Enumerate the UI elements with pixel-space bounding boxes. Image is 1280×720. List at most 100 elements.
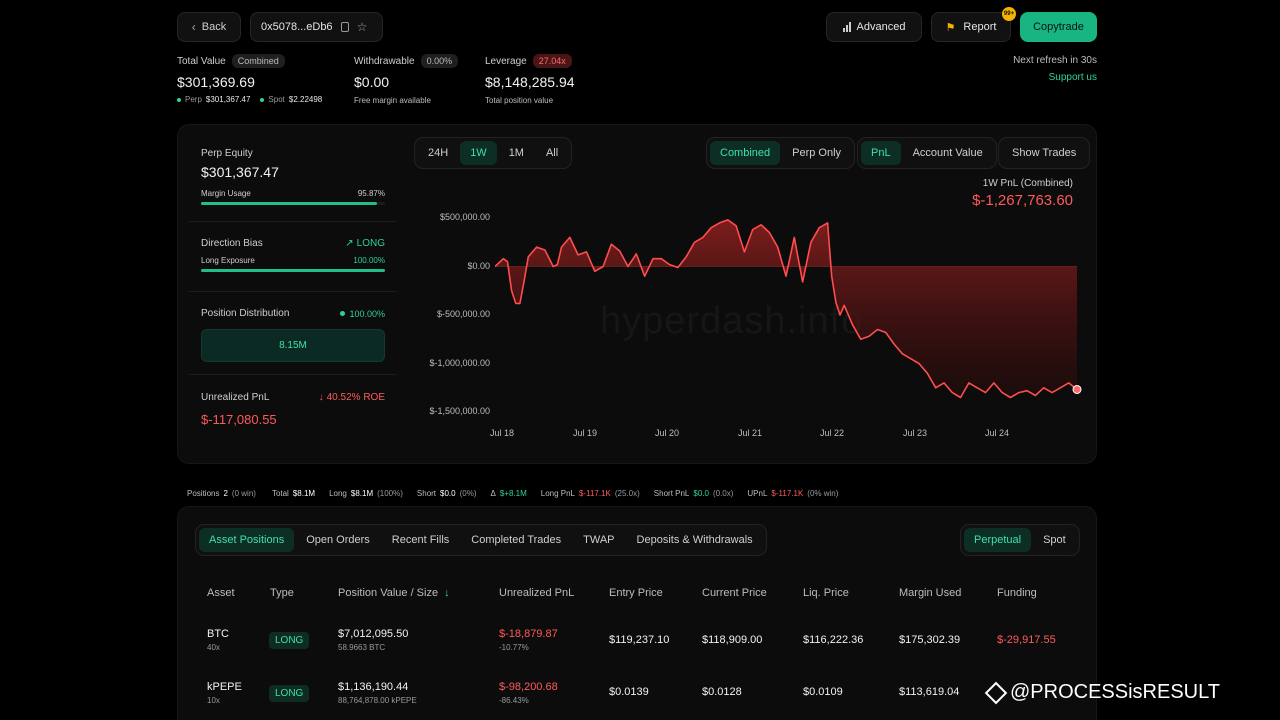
col-type[interactable]: Type	[270, 587, 294, 599]
combined-pill[interactable]: Combined	[231, 54, 285, 68]
unrealized-pnl-label: Unrealized PnL	[201, 392, 270, 403]
back-button[interactable]: ‹ Back	[177, 12, 241, 42]
tab-asset-positions[interactable]: Asset Positions	[199, 528, 295, 552]
perp-label: Perp	[185, 95, 202, 104]
report-label: Report	[963, 21, 997, 33]
total-label: Total	[271, 489, 289, 498]
upnl-value: $-117.1K	[771, 489, 804, 498]
x-tick-label: Jul 19	[573, 428, 598, 438]
tab-recent-fills[interactable]: Recent Fills	[382, 528, 459, 552]
tab-completed-trades[interactable]: Completed Trades	[461, 528, 571, 552]
col-margin-used[interactable]: Margin Used	[899, 587, 961, 599]
tab-all[interactable]: All	[536, 141, 568, 165]
leverage-block: Leverage 27.04x $8,148,285.94 Total posi…	[485, 54, 575, 105]
report-badge: 99+	[1002, 7, 1016, 21]
liq-price: $0.0109	[803, 686, 843, 698]
type-badge: LONG	[269, 685, 310, 702]
col-unrealized-pnl[interactable]: Unrealized PnL	[499, 587, 574, 599]
short-value: $0.0	[440, 489, 456, 498]
position-value: $7,012,095.50	[338, 628, 409, 640]
report-button[interactable]: ⚑ Report	[931, 12, 1011, 42]
spot-dot-icon	[260, 97, 265, 102]
margin-usage-bar	[201, 202, 385, 205]
address-chip[interactable]: 0x5078...eDb6 ☆	[250, 12, 383, 42]
divider	[189, 291, 397, 292]
delta-value: $+8.1M	[499, 489, 527, 498]
long-exposure-bar	[201, 269, 385, 272]
market-tabs: Perpetual Spot	[960, 524, 1080, 556]
short-pnl-value: $0.0	[693, 489, 709, 498]
tab-account-value[interactable]: Account Value	[903, 141, 993, 165]
show-trades-button[interactable]: Show Trades	[998, 137, 1091, 169]
position-size: 88,764,878.00 kPEPE	[338, 696, 417, 705]
margin-usage-value: 95.87%	[357, 189, 385, 198]
tab-combined[interactable]: Combined	[710, 141, 781, 165]
copy-icon[interactable]	[340, 22, 349, 32]
pnl-chart[interactable]	[495, 205, 1085, 420]
mode-tabs: Combined Perp Only	[706, 137, 856, 169]
margin-usage-label: Margin Usage	[201, 189, 251, 198]
tab-open-orders[interactable]: Open Orders	[296, 528, 380, 552]
long-exposure-value: 100.00%	[353, 256, 385, 265]
total-value: $301,369.69	[177, 74, 255, 90]
funding-value: $-29,917.55	[997, 634, 1056, 646]
tab-deposits-withdrawals[interactable]: Deposits & Withdrawals	[627, 528, 763, 552]
diamond-logo-icon	[984, 681, 1008, 704]
short-pnl-x: (0.0x)	[712, 489, 734, 498]
long-exposure-fill	[201, 269, 385, 272]
y-tick-label: $500,000.00	[439, 212, 490, 222]
x-axis: Jul 18 Jul 19 Jul 20 Jul 21 Jul 22 Jul 23 Jul …	[0, 428, 1280, 442]
position-value-cell: $1,136,190.44 88,764,878.00 kPEPE	[338, 681, 417, 705]
flag-icon: ⚑	[945, 21, 956, 34]
asset-name: BTC	[207, 628, 229, 640]
col-asset[interactable]: Asset	[207, 587, 235, 599]
unrealized-pnl-value: $-117,080.55	[201, 412, 277, 427]
col-entry-price[interactable]: Entry Price	[609, 587, 663, 599]
liq-price: $116,222.36	[803, 634, 864, 646]
watermark-text: @PROCESSisRESULT	[1010, 681, 1220, 703]
upnl-value: $-98,200.68	[499, 681, 558, 693]
back-label: Back	[201, 21, 227, 33]
spot-value: $2.22498	[288, 95, 323, 104]
asset-name: kPEPE	[207, 681, 242, 693]
perp-equity-label: Perp Equity	[201, 148, 253, 159]
tab-spot[interactable]: Spot	[1033, 528, 1076, 552]
col-current-price[interactable]: Current Price	[702, 587, 767, 599]
tab-1m[interactable]: 1M	[499, 141, 534, 165]
position-size: 58.9663 BTC	[338, 643, 386, 652]
wallet-address: 0x5078...eDb6	[261, 21, 333, 33]
withdrawable-label: Withdrawable	[354, 55, 415, 67]
advanced-button[interactable]: Advanced	[826, 12, 922, 42]
positions-value: 2	[223, 489, 228, 498]
short-pct: (0%)	[459, 489, 477, 498]
distribution-bar[interactable]: 8.15M	[201, 329, 385, 362]
dot-icon	[340, 311, 346, 316]
advanced-label: Advanced	[856, 21, 906, 33]
upnl-value: $-18,879.87	[499, 628, 558, 640]
tab-perpetual[interactable]: Perpetual	[964, 528, 1032, 552]
col-position-value-label: Position Value / Size	[338, 587, 439, 599]
support-link[interactable]: Support us	[1049, 72, 1097, 83]
show-trades-label: Show Trades	[1012, 147, 1077, 159]
current-price: $0.0128	[702, 686, 742, 698]
perp-dot-icon	[177, 97, 181, 102]
leverage-pill: 27.04x	[532, 54, 572, 68]
tab-twap[interactable]: TWAP	[573, 528, 624, 552]
star-icon[interactable]: ☆	[357, 20, 368, 34]
position-distribution-value: 100.00%	[349, 308, 385, 319]
asset-cell: kPEPE 10x	[207, 681, 242, 705]
long-pnl-value: $-117.1K	[579, 489, 611, 498]
tab-pnl[interactable]: PnL	[861, 141, 901, 165]
tab-perp-only[interactable]: Perp Only	[782, 141, 851, 165]
col-position-value[interactable]: Position Value / Size ↓	[338, 587, 450, 599]
direction-bias-value: LONG	[356, 238, 385, 249]
copytrade-button[interactable]: Copytrade	[1020, 12, 1097, 42]
long-exposure-label: Long Exposure	[201, 256, 255, 265]
sort-down-icon: ↓	[444, 587, 450, 599]
position-value: $1,136,190.44	[338, 681, 409, 693]
position-distribution-section: Position Distribution 100.00% 8.15M	[201, 308, 385, 362]
col-funding[interactable]: Funding	[997, 587, 1037, 599]
asset-cell: BTC 40x	[207, 628, 229, 652]
col-liq-price[interactable]: Liq. Price	[803, 587, 849, 599]
direction-bias-section: Direction Bias ↗ LONG Long Exposure 100.…	[201, 238, 385, 272]
